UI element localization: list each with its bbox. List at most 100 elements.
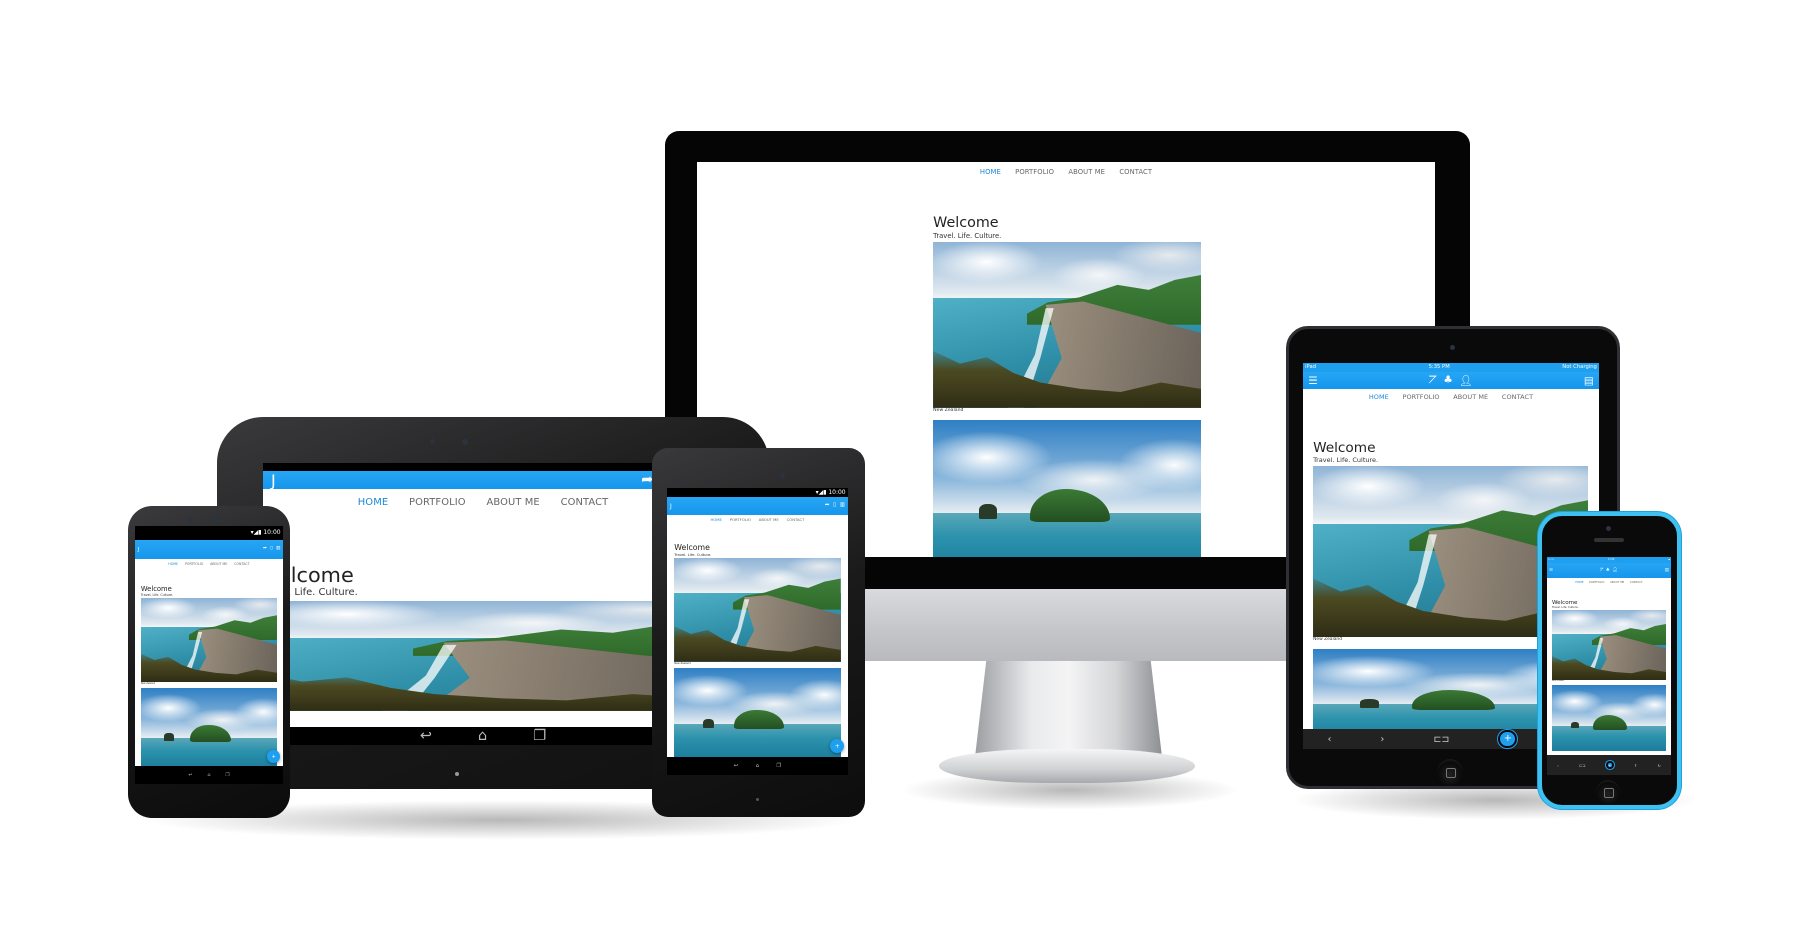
android-nav-bar: ↩ ⌂ ❐ [263,727,703,745]
content: Welcome Travel. Life. Culture. New Zeala… [263,564,699,711]
back-icon[interactable]: ↩ [734,763,739,769]
tagline: Travel. Life. Culture. [674,552,712,557]
beach-photo[interactable] [674,557,841,662]
photo-caption: New Zealand [140,682,156,686]
nav-about-me[interactable]: ABOUT ME [1068,168,1105,176]
nav-home[interactable]: HOME [358,497,388,508]
nav-home[interactable]: HOME [711,518,722,522]
phone-icon[interactable]: ▯ [270,546,273,552]
back-icon[interactable]: ↩ [420,728,432,744]
nav-contact[interactable]: CONTACT [1502,393,1533,401]
back-icon[interactable]: ‹ [1557,763,1559,768]
share-icon[interactable]: ⇪ [1634,763,1637,768]
laptop-icon[interactable]: ⊏⊐ [1433,734,1449,745]
nav-home[interactable]: HOME [1369,393,1389,401]
recents-icon[interactable]: ❐ [225,773,229,778]
beach-photo[interactable] [140,598,278,683]
app-bar: ☰ ⦢ ♣ 👤︎ ▤ [1547,563,1671,578]
back-icon[interactable]: ↩ [189,773,193,778]
tagline: Travel. Life. Culture. [1313,456,1379,465]
android-phone-screen: ▾◢▮ 10:00 J ➦ ▯ ▥ ☰ ⦢ ♣ 👤︎ ▤ HOME PORTFO… [135,526,283,784]
panel-icon[interactable]: ▥ [840,502,845,508]
plus-icon[interactable]: + [1498,729,1518,749]
status-time: 17:20 [1608,557,1615,561]
app-bar: ☰ ⦢ ♣ 👤︎ ▤ [1303,372,1599,389]
speaker [1594,538,1624,542]
site-nav: HOME PORTFOLIO ABOUT ME CONTACT [1303,389,1599,401]
nav-about-me[interactable]: ABOUT ME [210,562,227,566]
nav-portfolio[interactable]: PORTFOLIO [185,562,203,566]
status-right: Not Charging [1562,363,1597,370]
share-icon[interactable]: ➦ [263,546,267,552]
site-nav: HOME PORTFOLIO ABOUT ME CONTACT [697,162,1435,176]
android-nav-bar: ↩ ⌂ ❐ [135,766,283,784]
panel-icon[interactable]: ▥ [276,546,280,552]
status-left: ••••• [1547,557,1555,561]
nav-home[interactable]: HOME [980,168,1001,176]
recents-icon[interactable]: ❐ [776,763,781,769]
island-photo[interactable] [933,419,1202,557]
home-icon[interactable]: ⌂ [478,728,487,744]
nav-portfolio[interactable]: PORTFOLIO [1402,393,1439,401]
status-left: iPad [1305,363,1317,370]
nav-portfolio[interactable]: PORTFOLIO [1015,168,1054,176]
nav-portfolio[interactable]: PORTFOLIO [730,518,751,522]
beach-photo[interactable] [933,241,1202,408]
nav-about-me[interactable]: ABOUT ME [1610,581,1624,584]
phone-icon[interactable]: ▯ [833,502,836,508]
nav-about-me[interactable]: ABOUT ME [486,497,539,508]
tagline: Travel. Life. Culture. [1551,606,1579,610]
android-nav-bar: ↩ ⌂ ❐ [667,757,848,775]
beach-photo[interactable] [263,600,699,711]
nav-contact[interactable]: CONTACT [561,497,609,508]
nav-about-me[interactable]: ABOUT ME [1453,393,1488,401]
website: ▾◢▮ 10:00 J ➦ ▯ ▥ ☰ ⦢ ♣ 👤︎ ▤ HOME PORTFO… [135,526,283,784]
back-icon[interactable]: ‹ [1328,734,1332,745]
app-bar: J ➦ ▯ ▥ [135,540,283,559]
nav-about-me[interactable]: ABOUT ME [759,518,779,522]
website: ▾◢▮ 10:00 J ➦ ▯ ▥ ☰ ⦢ ♣ 👤︎ ▤ HOME PORTFO… [667,488,848,775]
beach-photo[interactable] [1551,609,1667,680]
app-logo[interactable]: J [138,547,140,553]
plus-icon[interactable]: + [1605,761,1614,769]
panel-icon[interactable]: ▤ [1665,568,1669,573]
panel-icon[interactable]: ▤ [1584,375,1594,387]
nav-contact[interactable]: CONTACT [787,518,805,522]
home-icon[interactable]: ⌂ [756,763,759,769]
app-logo[interactable]: J [271,471,276,490]
island-photo[interactable] [140,688,278,769]
island-photo[interactable] [1551,684,1667,751]
nav-home[interactable]: HOME [1575,581,1583,584]
status-right: ▬ [1668,557,1671,561]
app-logo[interactable]: J [670,503,672,510]
share-icon[interactable]: ➦ [825,502,830,508]
nav-contact[interactable]: CONTACT [234,562,250,566]
nav-home[interactable]: HOME [168,562,178,566]
clover-icon[interactable]: ♣ [1606,568,1610,573]
refresh-icon[interactable]: ↻ [1658,763,1661,768]
website: ••••• 17:20 ▬ ▾◢▮ 10:00 J ➦ ▯ ▥ ☰ ⦢ ♣ 👤︎… [1547,557,1671,775]
island-photo[interactable] [674,668,841,759]
menu-icon[interactable]: ☰ [1308,375,1317,387]
clover-icon[interactable]: ♣ [1443,374,1452,387]
content: Welcome Travel. Life. Culture. New Zeala… [933,215,1202,557]
nav-contact[interactable]: CONTACT [1630,581,1643,584]
nav-contact[interactable]: CONTACT [1119,168,1152,176]
laptop-icon[interactable]: ⊏⊐ [1579,763,1585,768]
nav-portfolio[interactable]: PORTFOLIO [1589,581,1604,584]
status-bar: iPad 5:35 PM Not Charging ▾◢▮ 10:00 [1303,363,1599,372]
chart-icon[interactable]: ⦢ [1600,568,1603,573]
add-fab-button[interactable]: + [267,750,280,763]
tagline: Travel. Life. Culture. [263,586,358,598]
user-icon[interactable]: 👤︎ [1612,568,1617,573]
photo-caption: New Zealand [1551,679,1564,682]
chart-icon[interactable]: ⦢ [1429,374,1437,387]
forward-icon[interactable]: › [1381,734,1385,745]
monitor-stand [975,661,1162,757]
user-icon[interactable]: 👤︎ [1459,374,1472,387]
home-icon[interactable]: ⌂ [207,773,210,778]
nav-portfolio[interactable]: PORTFOLIO [409,497,466,508]
page-title: Welcome [140,585,172,593]
tagline: Travel. Life. Culture. [140,593,174,598]
recents-icon[interactable]: ❐ [533,728,546,744]
